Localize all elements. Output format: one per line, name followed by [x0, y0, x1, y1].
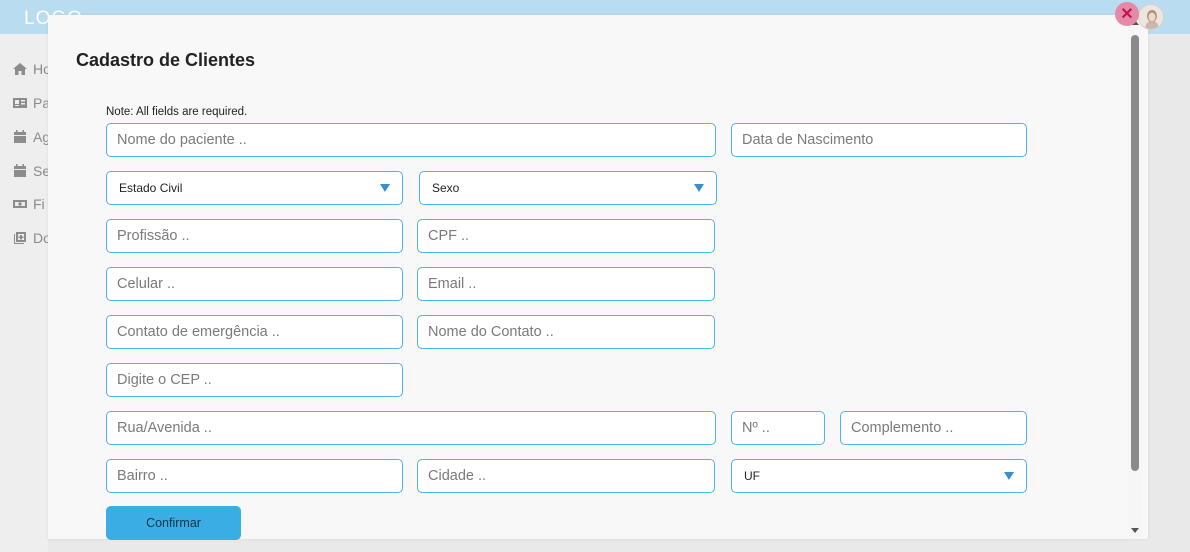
estado-civil-value: Estado Civil: [119, 181, 183, 195]
sidebar-item-financeiro[interactable]: Fi: [12, 195, 45, 213]
data-nascimento-input[interactable]: [731, 123, 1027, 157]
scroll-thumb[interactable]: [1131, 35, 1139, 471]
uf-select[interactable]: UF: [731, 459, 1027, 493]
profissao-input[interactable]: [106, 219, 403, 253]
sidebar-item-pacientes[interactable]: Pa: [12, 94, 50, 112]
cadastro-modal: Cadastro de Clientes Note: All fields ar…: [48, 15, 1148, 540]
documents-icon: [12, 230, 28, 246]
calendar-icon: [12, 163, 28, 179]
modal-scrollbar[interactable]: [1128, 15, 1142, 539]
rua-avenida-input[interactable]: [106, 411, 716, 445]
sidebar-item-label: Fi: [33, 196, 45, 212]
home-icon: [12, 61, 28, 77]
id-card-icon: [12, 95, 28, 111]
chevron-down-icon: [694, 184, 704, 192]
cpf-input[interactable]: [417, 219, 715, 253]
cep-input[interactable]: [106, 363, 403, 397]
close-icon[interactable]: ✕: [1115, 2, 1139, 26]
celular-input[interactable]: [106, 267, 403, 301]
scroll-down-arrow-icon[interactable]: [1131, 528, 1139, 533]
sexo-value: Sexo: [432, 181, 460, 195]
chevron-down-icon: [1004, 472, 1014, 480]
complemento-input[interactable]: [840, 411, 1027, 445]
modal-title: Cadastro de Clientes: [76, 50, 256, 70]
contato-emergencia-input[interactable]: [106, 315, 403, 349]
uf-value: UF: [744, 469, 760, 483]
sidebar-item-sessoes[interactable]: Se: [12, 162, 50, 180]
numero-input[interactable]: [731, 411, 825, 445]
bairro-input[interactable]: [106, 459, 403, 493]
sidebar-item-agenda[interactable]: Ag: [12, 128, 50, 146]
chevron-down-icon: [380, 184, 390, 192]
sidebar-item-home[interactable]: Ho: [12, 60, 51, 78]
email-input[interactable]: [417, 267, 715, 301]
calendar-icon: [12, 129, 28, 145]
sexo-select[interactable]: Sexo: [419, 171, 717, 205]
cidade-input[interactable]: [417, 459, 715, 493]
avatar[interactable]: [1138, 4, 1164, 30]
money-icon: [12, 196, 28, 212]
estado-civil-select[interactable]: Estado Civil: [106, 171, 403, 205]
confirmar-button[interactable]: Confirmar: [106, 506, 241, 540]
required-note: Note: All fields are required.: [106, 106, 248, 118]
sidebar: Ho Pa Ag Se Fi Do: [0, 34, 51, 552]
nome-contato-input[interactable]: [417, 315, 715, 349]
sidebar-item-documentos[interactable]: Do: [12, 229, 51, 247]
nome-paciente-input[interactable]: [106, 123, 716, 157]
